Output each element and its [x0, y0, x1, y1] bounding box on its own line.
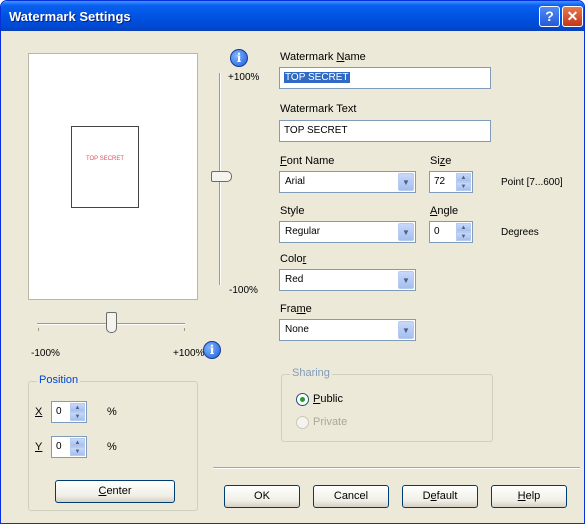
spin-down-icon[interactable]: ▼	[456, 182, 471, 191]
sharing-group-title: Sharing	[290, 367, 332, 379]
preview-page: TOP SECRET	[71, 126, 139, 208]
info-icon: i	[230, 49, 248, 67]
center-button[interactable]: Center	[55, 480, 175, 503]
y-position-unit: %	[107, 441, 117, 453]
style-select[interactable]: Regular ▼	[279, 221, 416, 243]
button-divider	[213, 467, 580, 469]
x-position-stepper[interactable]: 0 ▲ ▼	[51, 401, 87, 423]
private-radio-label: Private	[313, 416, 348, 428]
frame-select[interactable]: None ▼	[279, 319, 416, 341]
watermark-text-input[interactable]: TOP SECRET	[279, 120, 491, 142]
font-name-select[interactable]: Arial ▼	[279, 171, 416, 193]
position-group: Position X 0 ▲ ▼ % Y 0 ▲ ▼ % Center	[28, 374, 198, 511]
slider-tick	[184, 328, 185, 331]
help-icon[interactable]: ?	[539, 6, 560, 27]
help-button[interactable]: Help	[491, 485, 567, 508]
size-label: Size	[430, 155, 452, 167]
slider-tick	[38, 328, 39, 331]
spin-up-icon[interactable]: ▲	[70, 403, 85, 412]
font-name-value: Arial	[285, 176, 306, 187]
spin-down-icon[interactable]: ▼	[70, 412, 85, 421]
private-radio	[296, 416, 309, 429]
spin-up-icon[interactable]: ▲	[456, 223, 471, 232]
info-icon: i	[203, 341, 221, 359]
style-value: Regular	[285, 226, 321, 237]
ok-button[interactable]: OK	[224, 485, 300, 508]
angle-stepper[interactable]: 0 ▲ ▼	[429, 221, 473, 243]
x-position-unit: %	[107, 406, 117, 418]
color-value: Red	[285, 274, 304, 285]
spin-up-icon[interactable]: ▲	[456, 173, 471, 182]
watermark-name-label: Watermark Name	[280, 51, 366, 63]
color-select[interactable]: Red ▼	[279, 269, 416, 291]
title-bar[interactable]: Watermark Settings ? ✕	[1, 1, 584, 31]
dialog-title: Watermark Settings	[9, 9, 131, 24]
y-position-label: Y	[35, 441, 43, 453]
y-position-stepper[interactable]: 0 ▲ ▼	[51, 436, 87, 458]
cancel-button[interactable]: Cancel	[313, 485, 389, 508]
watermark-name-input[interactable]: TOP SECRET	[279, 67, 491, 89]
spin-up-icon[interactable]: ▲	[70, 438, 85, 447]
style-label: Style	[280, 205, 305, 217]
position-group-title: Position	[37, 374, 81, 386]
horizontal-slider-min-label: -100%	[31, 348, 60, 359]
size-unit-label: Point [7...600]	[501, 177, 563, 188]
close-icon[interactable]: ✕	[562, 6, 583, 27]
font-name-label: Font Name	[280, 155, 335, 167]
vertical-slider-thumb[interactable]	[211, 171, 232, 182]
angle-unit-label: Degrees	[501, 227, 539, 238]
radio-selected-dot	[300, 397, 305, 402]
chevron-down-icon[interactable]: ▼	[398, 173, 414, 191]
public-radio[interactable]	[296, 393, 309, 406]
chevron-down-icon[interactable]: ▼	[398, 271, 414, 289]
vertical-slider-min-label: -100%	[229, 285, 258, 296]
x-position-value: 0	[56, 406, 62, 417]
frame-value: None	[285, 324, 309, 335]
y-position-value: 0	[56, 441, 62, 452]
watermark-text-label: Watermark Text	[280, 103, 357, 115]
spin-down-icon[interactable]: ▼	[456, 232, 471, 241]
default-button[interactable]: Default	[402, 485, 478, 508]
chevron-down-icon[interactable]: ▼	[398, 321, 414, 339]
angle-value: 0	[434, 226, 440, 237]
watermark-preview: TOP SECRET	[28, 53, 198, 300]
public-radio-label[interactable]: Public	[313, 393, 343, 405]
spin-down-icon[interactable]: ▼	[70, 447, 85, 456]
frame-label: Frame	[280, 303, 312, 315]
vertical-slider-max-label: +100%	[228, 72, 260, 83]
color-label: Color	[280, 253, 307, 265]
horizontal-slider-thumb[interactable]	[106, 312, 117, 333]
horizontal-slider-max-label: +100%	[173, 348, 205, 359]
size-stepper[interactable]: 72 ▲ ▼	[429, 171, 473, 193]
size-value: 72	[434, 176, 446, 187]
watermark-settings-dialog: Watermark Settings ? ✕ TOP SECRET -100% …	[0, 0, 585, 524]
x-position-label: X	[35, 406, 43, 418]
chevron-down-icon[interactable]: ▼	[398, 223, 414, 241]
sharing-group: Sharing Public Private	[281, 367, 493, 442]
angle-label: Angle	[430, 205, 459, 217]
preview-watermark-text: TOP SECRET	[85, 156, 125, 162]
